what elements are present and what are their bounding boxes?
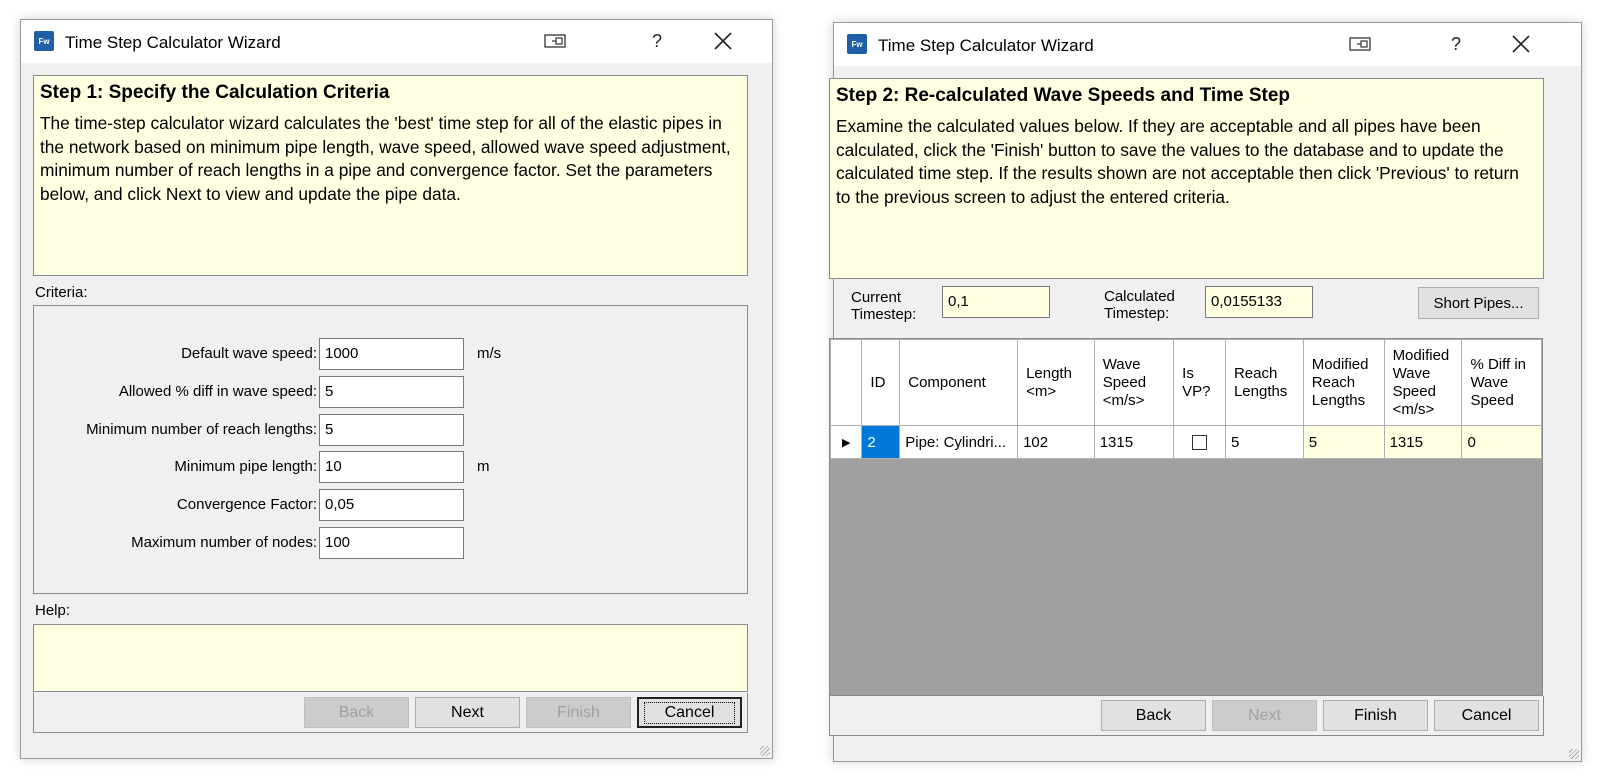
criteria-panel: Default wave speed: 1000 m/s Allowed % d… [33, 305, 748, 594]
calculated-timestep-label: Calculated Timestep: [1104, 288, 1175, 322]
step-description: The time-step calculator wizard calculat… [40, 113, 731, 204]
close-icon[interactable] [1503, 29, 1539, 59]
min-pipe-length-input[interactable]: 10 [319, 451, 464, 483]
cell-component[interactable]: Pipe: Cylindri... [899, 425, 1019, 459]
step-info-panel: Step 1: Specify the Calculation Criteria… [33, 75, 748, 276]
max-nodes-input[interactable]: 100 [319, 527, 464, 559]
default-wave-speed-label: Default wave speed: [181, 345, 317, 362]
current-timestep-field: 0,1 [942, 286, 1050, 318]
step-info-panel: Step 2: Re-calculated Wave Speeds and Ti… [829, 78, 1544, 279]
short-pipes-button[interactable]: Short Pipes... [1418, 287, 1539, 319]
min-reach-lengths-input[interactable]: 5 [319, 414, 464, 446]
cell-wave-speed[interactable]: 1315 [1093, 425, 1175, 459]
close-icon[interactable] [705, 26, 741, 56]
criteria-label: Criteria: [35, 284, 88, 301]
cell-id[interactable]: 2 [861, 425, 901, 459]
cell-modified-reach-lengths: 5 [1302, 425, 1385, 459]
cancel-button[interactable]: Cancel [1434, 700, 1539, 731]
min-reach-lengths-label: Minimum number of reach lengths: [86, 421, 317, 438]
back-button[interactable]: Back [1101, 700, 1206, 731]
app-icon: Fw [847, 34, 867, 54]
cell-is-vp[interactable] [1173, 425, 1226, 459]
default-wave-speed-unit: m/s [477, 345, 502, 362]
min-pipe-length-unit: m [477, 458, 490, 475]
min-pipe-length-label: Minimum pipe length: [174, 458, 317, 475]
table-row[interactable]: ▶ 2 Pipe: Cylindri... 102 1315 5 5 1315 … [829, 425, 1542, 459]
finish-button[interactable]: Finish [526, 697, 631, 728]
window-title: Time Step Calculator Wizard [878, 36, 1094, 55]
next-button[interactable]: Next [1212, 700, 1317, 731]
cell-length[interactable]: 102 [1017, 425, 1095, 459]
next-button[interactable]: Next [415, 697, 520, 728]
step-description: Examine the calculated values below. If … [836, 116, 1519, 207]
pipe-table: ID Component Length <m> Wave Speed <m/s>… [829, 339, 1542, 459]
row-header-corner [829, 339, 863, 426]
button-bar: Back Next Finish Cancel [829, 696, 1544, 736]
col-header-pct-diff[interactable]: % Diff in Wave Speed [1461, 339, 1542, 426]
help-icon[interactable]: ? [1438, 29, 1474, 59]
pipe-data-grid[interactable]: ID Component Length <m> Wave Speed <m/s>… [829, 338, 1543, 696]
button-bar: Back Next Finish Cancel [33, 693, 748, 733]
current-timestep-label: Current Timestep: [851, 289, 917, 323]
col-header-is-vp[interactable]: Is VP? [1173, 339, 1226, 426]
cell-pct-diff: 0 [1461, 425, 1542, 459]
back-button[interactable]: Back [304, 697, 409, 728]
col-header-length[interactable]: Length <m> [1017, 339, 1095, 426]
dock-icon[interactable] [1342, 29, 1378, 59]
convergence-factor-input[interactable]: 0,05 [319, 489, 464, 521]
col-header-reach-lengths[interactable]: Reach Lengths [1224, 339, 1304, 426]
table-header-row: ID Component Length <m> Wave Speed <m/s>… [829, 339, 1542, 426]
title-bar[interactable]: Fw Time Step Calculator Wizard ? [21, 20, 772, 63]
calculated-timestep-field: 0,0155133 [1205, 286, 1313, 318]
is-vp-checkbox[interactable] [1192, 435, 1208, 451]
resize-grip[interactable] [760, 746, 770, 756]
wizard-window-step2: Fw Time Step Calculator Wizard ? Step 2:… [829, 22, 1582, 762]
convergence-factor-label: Convergence Factor: [176, 496, 317, 513]
col-header-modified-wave-speed[interactable]: Modified Wave Speed <m/s> [1383, 339, 1463, 426]
col-header-id[interactable]: ID [861, 339, 901, 426]
resize-grip[interactable] [1569, 749, 1579, 759]
row-indicator-icon: ▶ [829, 425, 863, 459]
cancel-button[interactable]: Cancel [637, 697, 742, 728]
col-header-modified-reach-lengths[interactable]: Modified Reach Lengths [1302, 339, 1385, 426]
help-label: Help: [35, 602, 71, 619]
step-title: Step 2: Re-calculated Wave Speeds and Ti… [836, 85, 1291, 106]
max-nodes-label: Maximum number of nodes: [131, 534, 317, 551]
title-bar[interactable]: Fw Time Step Calculator Wizard ? [834, 23, 1581, 66]
finish-button[interactable]: Finish [1323, 700, 1428, 731]
dock-icon[interactable] [537, 26, 573, 56]
default-wave-speed-input[interactable]: 1000 [319, 338, 464, 370]
cell-reach-lengths[interactable]: 5 [1224, 425, 1304, 459]
cancel-button-label: Cancel [643, 701, 736, 724]
window-title: Time Step Calculator Wizard [65, 33, 281, 52]
cell-modified-wave-speed: 1315 [1383, 425, 1463, 459]
allowed-diff-input[interactable]: 5 [319, 376, 464, 408]
help-icon[interactable]: ? [639, 26, 675, 56]
wizard-window-step1: Fw Time Step Calculator Wizard ? Step 1:… [20, 19, 773, 759]
col-header-wave-speed[interactable]: Wave Speed <m/s> [1093, 339, 1175, 426]
allowed-diff-label: Allowed % diff in wave speed: [118, 383, 317, 400]
help-panel [33, 624, 748, 692]
col-header-component[interactable]: Component [899, 339, 1019, 426]
app-icon: Fw [34, 31, 54, 51]
step-title: Step 1: Specify the Calculation Criteria [40, 82, 390, 103]
